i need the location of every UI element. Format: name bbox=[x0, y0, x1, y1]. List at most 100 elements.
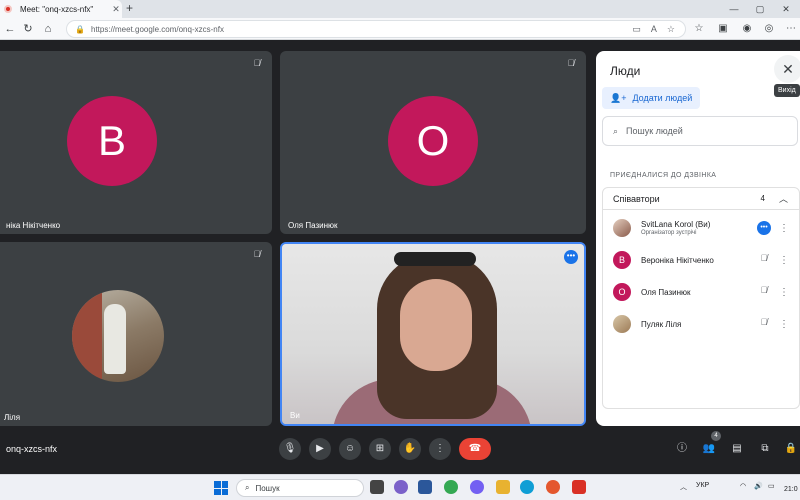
participant-name: Пуляк Ліля bbox=[641, 319, 682, 329]
panel-title: Люди bbox=[610, 64, 641, 78]
participant-name: SvitLana Korol (Ви) bbox=[641, 220, 711, 229]
meeting-code: onq-xzcs-nfx bbox=[6, 444, 58, 454]
back-icon[interactable]: ← bbox=[2, 21, 18, 37]
collaborators-group: Співавтори 4 ︿ SvitLana Korol (Ви) Орган… bbox=[602, 187, 800, 409]
mic-off-icon: 🎙̸ bbox=[567, 58, 575, 68]
joined-section-label: ПРИЄДНАЛИСЯ ДО ДЗВІНКА bbox=[610, 172, 717, 179]
add-people-button[interactable]: 👤+ Додати людей bbox=[602, 87, 701, 109]
group-count: 4 bbox=[760, 194, 765, 203]
participant-avatar: В bbox=[613, 251, 631, 269]
participant-name: ніка Нікітченко bbox=[6, 221, 61, 230]
more-vert-icon[interactable]: ⋮ bbox=[779, 319, 789, 330]
profile-icon[interactable]: ◎ bbox=[762, 21, 776, 37]
viber-icon[interactable] bbox=[470, 480, 484, 494]
start-menu-icon[interactable] bbox=[214, 481, 228, 495]
emoji-reactions-button[interactable]: ☺ bbox=[339, 438, 361, 460]
volume-icon[interactable]: 🔊 bbox=[754, 482, 763, 490]
more-options-button[interactable]: ⋮ bbox=[429, 438, 451, 460]
participant-photo-avatar bbox=[72, 290, 164, 382]
self-video-feed bbox=[282, 244, 584, 424]
end-call-button[interactable]: ☎ bbox=[459, 438, 491, 460]
mic-off-icon[interactable]: 🎙̸ bbox=[757, 253, 771, 267]
taskbar-search[interactable]: ⌕ Пошук bbox=[236, 479, 364, 497]
self-video-tile[interactable]: ••• Ви bbox=[280, 242, 586, 426]
clock[interactable]: 21:0 bbox=[784, 486, 798, 493]
chrome-alt-icon[interactable] bbox=[546, 480, 560, 494]
edge-icon[interactable] bbox=[520, 480, 534, 494]
home-icon[interactable]: ⌂ bbox=[40, 21, 56, 37]
search-icon: ⌕ bbox=[245, 483, 250, 492]
new-tab-button[interactable]: + bbox=[126, 1, 133, 15]
acrobat-icon[interactable] bbox=[572, 480, 586, 494]
collections-icon[interactable]: ▣ bbox=[716, 21, 730, 37]
camera-button[interactable]: ▶ bbox=[309, 438, 331, 460]
search-icon: ⌕ bbox=[613, 125, 619, 136]
host-controls-icon[interactable]: 🔒 bbox=[784, 442, 798, 456]
raise-hand-button[interactable]: ✋ bbox=[399, 438, 421, 460]
participant-row[interactable]: О Оля Пазинюк 🎙̸ ⋮ bbox=[603, 278, 799, 306]
chevron-up-icon[interactable]: ︿ bbox=[779, 192, 799, 205]
participant-tile[interactable]: В 🎙̸ ніка Нікітченко bbox=[0, 51, 272, 234]
mic-off-icon: 🎙̸ bbox=[253, 249, 261, 259]
url-field[interactable]: 🔒 https://meet.google.com/onq-xzcs-nfx ▭… bbox=[66, 20, 686, 38]
participant-row[interactable]: SvitLana Korol (Ви) Організатор зустрічі… bbox=[603, 214, 799, 242]
more-options-icon[interactable]: ••• bbox=[564, 250, 578, 264]
participant-name: Оля Пазинюк bbox=[288, 221, 338, 230]
maximize-button[interactable]: ▢ bbox=[748, 0, 772, 18]
participant-name: Ліля bbox=[4, 413, 21, 422]
battery-icon[interactable]: ▭ bbox=[768, 482, 775, 490]
participant-avatar: О bbox=[388, 96, 478, 186]
participant-name: Оля Пазинюк bbox=[641, 287, 691, 297]
participant-name: Вероніка Нікітченко bbox=[641, 255, 714, 265]
task-view-icon[interactable] bbox=[370, 480, 384, 494]
read-aloud-icon[interactable]: A bbox=[651, 24, 657, 35]
meeting-info-icon[interactable]: ⓘ bbox=[675, 442, 689, 456]
wifi-icon[interactable]: ◠ bbox=[740, 482, 746, 490]
language-indicator[interactable]: УКР bbox=[696, 482, 709, 489]
word-icon[interactable] bbox=[418, 480, 432, 494]
participant-tile[interactable]: О 🎙̸ Оля Пазинюк bbox=[280, 51, 586, 234]
more-vert-icon[interactable]: ⋮ bbox=[779, 255, 789, 266]
favorites-icon[interactable]: ☆ bbox=[692, 21, 706, 37]
chat-icon[interactable]: ▤ bbox=[730, 442, 744, 456]
self-name: Ви bbox=[290, 411, 300, 420]
present-screen-button[interactable]: ⊞ bbox=[369, 438, 391, 460]
reload-icon[interactable]: ↻ bbox=[20, 21, 36, 37]
address-bar-row: ← ↻ ⌂ 🔒 https://meet.google.com/onq-xzcs… bbox=[0, 18, 800, 40]
microphone-button[interactable]: 🎙 bbox=[279, 438, 301, 460]
settings-menu-icon[interactable]: ⋯ bbox=[784, 21, 798, 37]
tray-chevron-icon[interactable]: ︿ bbox=[680, 482, 687, 492]
search-placeholder: Пошук людей bbox=[626, 126, 683, 136]
more-vert-icon[interactable]: ⋮ bbox=[779, 223, 789, 234]
participant-avatar: В bbox=[67, 96, 157, 186]
people-panel: Люди ✕ 👤+ Додати людей ⌕ Пошук людей ПРИ… bbox=[596, 51, 800, 426]
chat-app-icon[interactable] bbox=[394, 480, 408, 494]
participant-row[interactable]: В Вероніка Нікітченко 🎙̸ ⋮ bbox=[603, 246, 799, 274]
participant-row[interactable]: Пуляк Ліля 🎙̸ ⋮ bbox=[603, 310, 799, 338]
file-explorer-icon[interactable] bbox=[496, 480, 510, 494]
mic-off-icon[interactable]: 🎙̸ bbox=[757, 285, 771, 299]
camera-permission-icon[interactable]: ▭ bbox=[632, 24, 641, 35]
mic-off-icon: 🎙̸ bbox=[253, 58, 261, 68]
favorite-star-icon[interactable]: ☆ bbox=[667, 24, 675, 35]
participant-photo-avatar bbox=[613, 219, 631, 237]
minimize-button[interactable]: — bbox=[722, 0, 746, 18]
more-vert-icon[interactable]: ⋮ bbox=[779, 287, 789, 298]
participant-avatar: О bbox=[613, 283, 631, 301]
participant-role: Організатор зустрічі bbox=[641, 230, 697, 236]
participant-tile[interactable]: 🎙̸ Ліля bbox=[0, 242, 272, 426]
people-search-input[interactable]: ⌕ Пошук людей bbox=[602, 116, 798, 146]
people-icon[interactable]: 👥 bbox=[702, 442, 716, 456]
add-people-label: Додати людей bbox=[632, 93, 693, 103]
group-header[interactable]: Співавтори 4 ︿ bbox=[603, 188, 799, 210]
window-close-button[interactable]: ✕ bbox=[774, 0, 798, 18]
activities-icon[interactable]: ⧉ bbox=[758, 442, 772, 456]
chrome-icon[interactable] bbox=[444, 480, 458, 494]
mic-off-icon[interactable]: 🎙̸ bbox=[757, 317, 771, 331]
tab-close-icon[interactable]: ✕ bbox=[110, 4, 122, 15]
taskbar-search-label: Пошук bbox=[255, 483, 280, 493]
close-panel-button[interactable]: ✕ bbox=[774, 55, 800, 83]
browser-tab[interactable]: Meet: "onq-xzcs-nfx" ✕ bbox=[0, 0, 122, 18]
url-text: https://meet.google.com/onq-xzcs-nfx bbox=[91, 24, 224, 34]
extension-icon[interactable]: ◉ bbox=[740, 21, 754, 37]
